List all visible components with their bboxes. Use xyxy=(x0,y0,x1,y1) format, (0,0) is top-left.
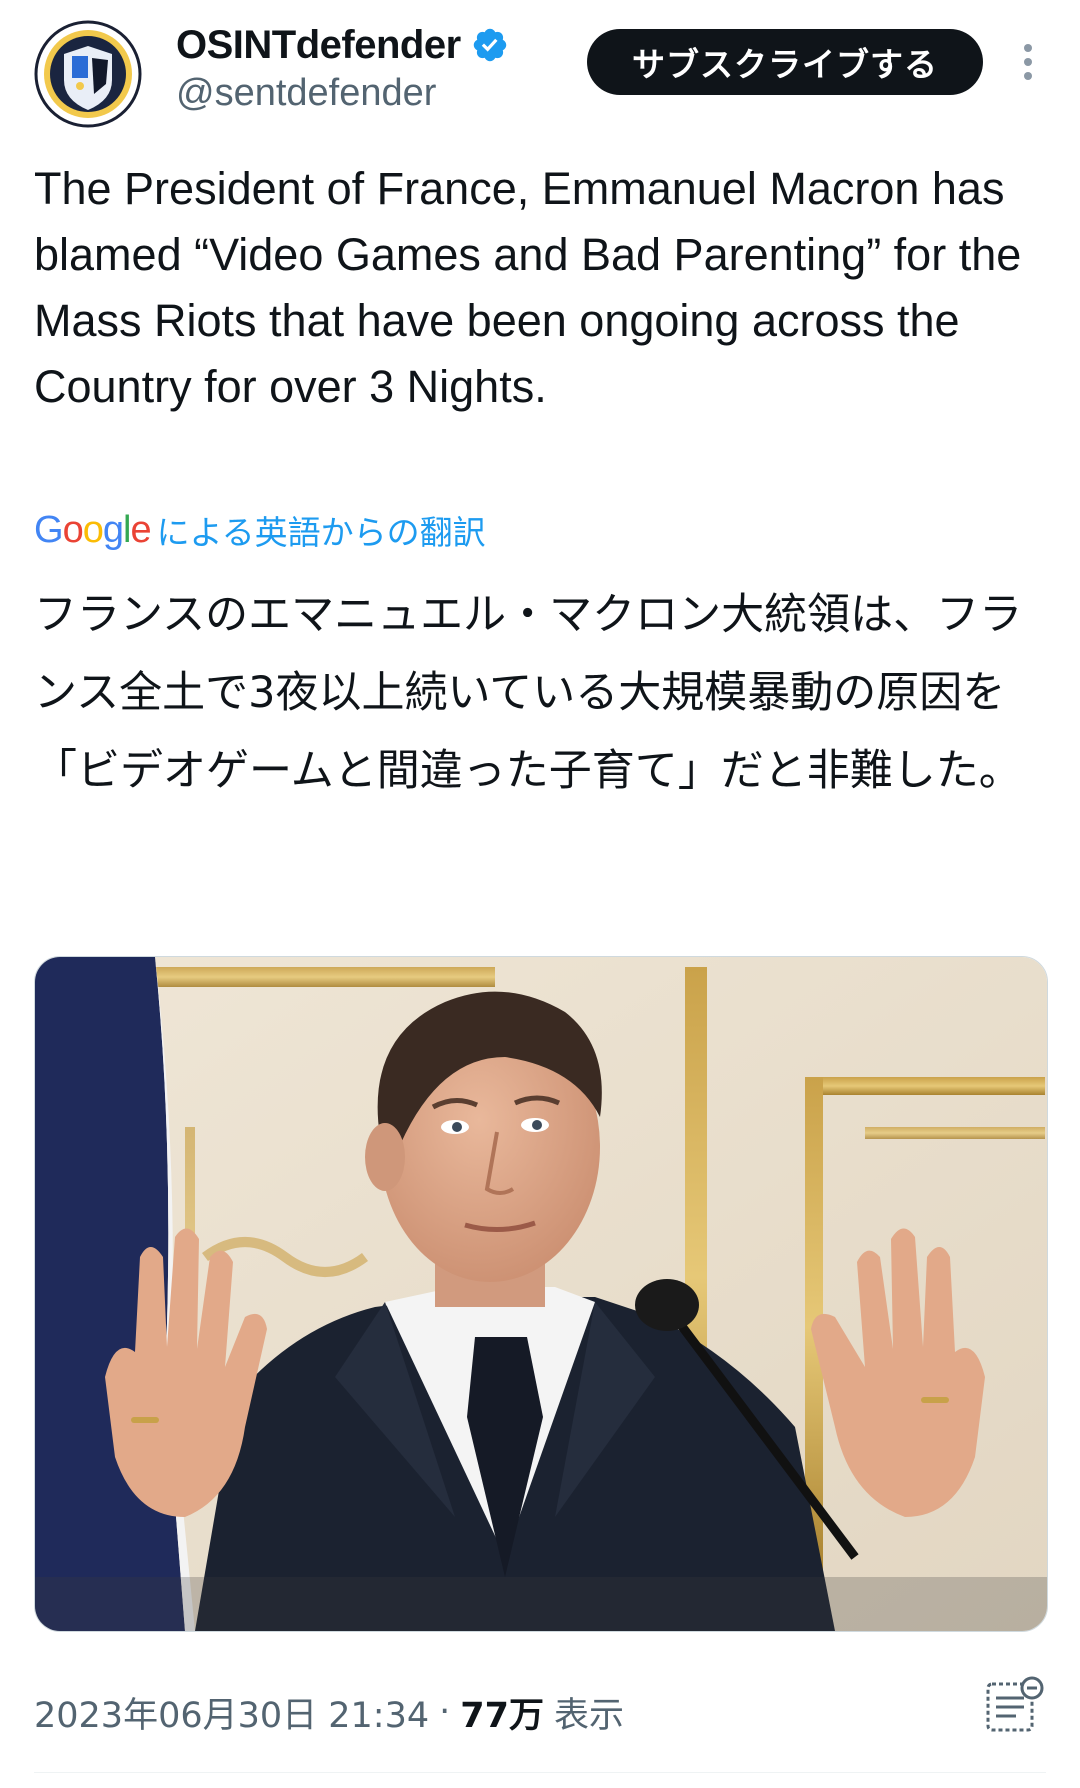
name-row[interactable]: OSINTdefender xyxy=(176,20,509,70)
verified-badge-icon xyxy=(473,28,506,62)
display-name[interactable]: OSINTdefender xyxy=(176,23,461,68)
more-vertical-icon[interactable] xyxy=(1010,40,1046,84)
views-count: 77万 xyxy=(460,1695,544,1736)
translation-attribution[interactable]: Google による英語からの翻訳 xyxy=(34,506,486,554)
tweet-meta: 2023年06月30日 21:34 · 77万 表示 xyxy=(34,1686,624,1738)
translation-label[interactable]: による英語からの翻訳 xyxy=(157,506,486,554)
analytics-icon[interactable] xyxy=(982,1674,1046,1738)
meta-separator: · xyxy=(439,1692,451,1732)
google-logo: Google xyxy=(34,508,152,551)
account-handle[interactable]: @sentdefender xyxy=(176,72,436,115)
timestamp[interactable]: 2023年06月30日 21:34 xyxy=(34,1687,429,1738)
tweet-photo[interactable] xyxy=(34,956,1048,1632)
tweet-text: The President of France, Emmanuel Macron… xyxy=(34,163,1022,412)
tweet-header: OSINTdefender @sentdefender サブスクライブする xyxy=(0,0,1080,150)
avatar[interactable] xyxy=(34,20,142,128)
subscribe-button[interactable]: サブスクライブする xyxy=(587,29,983,95)
photo-illustration xyxy=(35,957,1047,1631)
translated-text: フランスのエマニュエル・マクロン大統領は、フランス全土で3夜以上続いている大規模… xyxy=(34,590,1023,796)
views-label: 表示 xyxy=(554,1695,625,1736)
divider xyxy=(34,1772,1046,1773)
osint-seal-icon xyxy=(34,20,142,128)
